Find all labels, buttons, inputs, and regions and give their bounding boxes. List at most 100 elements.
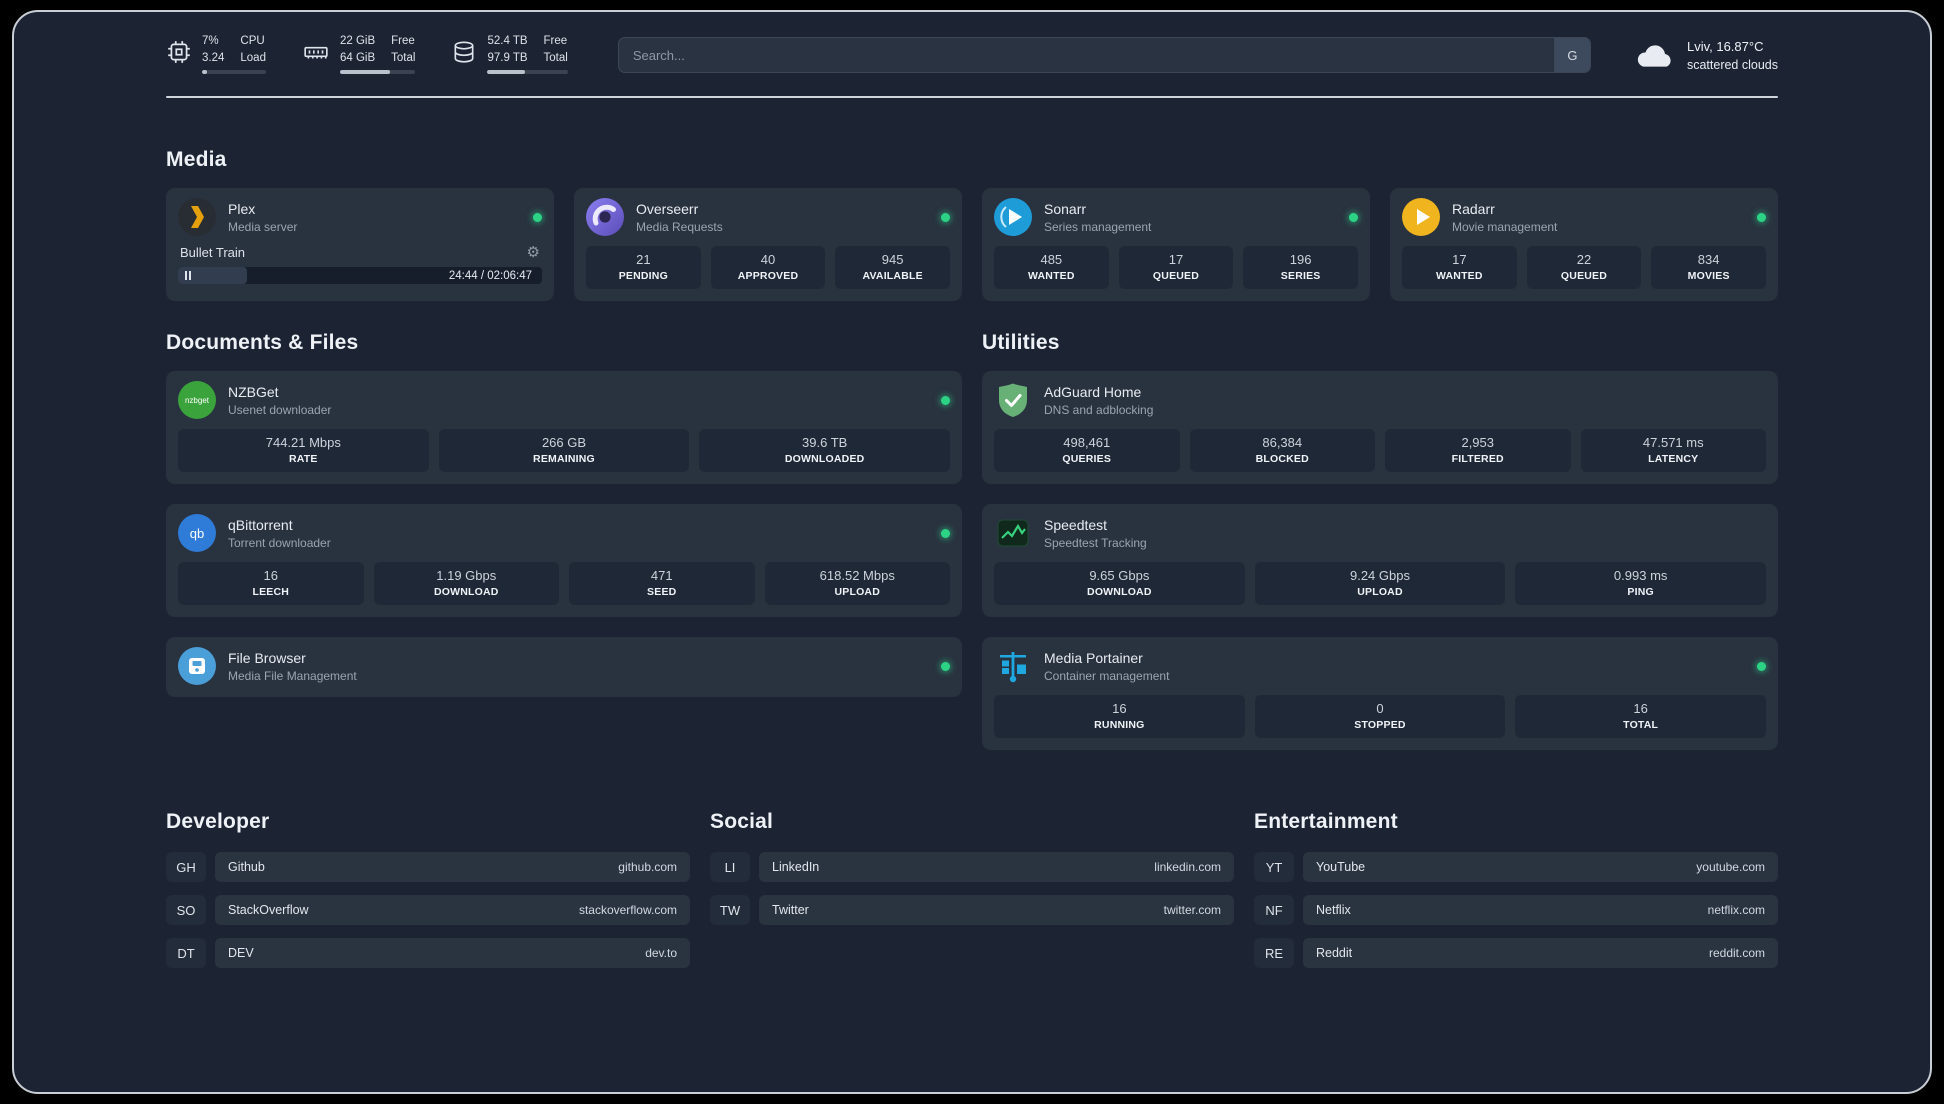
status-dot xyxy=(941,528,950,538)
portainer-icon xyxy=(1000,652,1026,683)
service-subtitle: DNS and adblocking xyxy=(1044,402,1154,417)
svg-text:nzbget: nzbget xyxy=(185,396,210,405)
pause-icon[interactable] xyxy=(185,271,191,280)
section-title-utilities: Utilities xyxy=(982,331,1060,354)
now-playing-title: Bullet Train xyxy=(180,245,246,260)
cpu-usage-value: 7% xyxy=(202,35,219,47)
service-subtitle: Usenet downloader xyxy=(228,402,332,417)
service-name: Radarr xyxy=(1452,200,1495,217)
status-dot xyxy=(941,212,950,222)
bookmark-link-reddit[interactable]: Reddit reddit.com xyxy=(1303,938,1778,968)
bookmark-link-twitter[interactable]: Twitter twitter.com xyxy=(759,895,1234,925)
stat-approved: 40 APPROVED xyxy=(710,246,826,289)
stat-filtered: 2,953 FILTERED xyxy=(1385,429,1571,472)
stat-total: 16 TOTAL xyxy=(1515,695,1766,738)
stat-rate: 744.21 Mbps RATE xyxy=(178,429,429,472)
bookmark-abbr: DT xyxy=(166,938,206,968)
service-card-plex[interactable]: Plex Media server Bullet Train ⚙ 24:44 /… xyxy=(166,188,554,301)
cloud-icon xyxy=(1637,45,1671,67)
speedtest-icon xyxy=(997,519,1029,547)
bookmark-name: Github xyxy=(228,860,265,874)
disk-total-label: Total xyxy=(543,51,568,64)
bookmark-domain: youtube.com xyxy=(1696,860,1765,874)
settings-icon[interactable]: ⚙ xyxy=(527,245,540,260)
service-card-sonarr[interactable]: Sonarr Series management 485 WANTED 17 Q… xyxy=(982,188,1370,301)
cpu-icon xyxy=(168,41,190,63)
bookmark-domain: linkedin.com xyxy=(1154,860,1221,874)
cpu-widget: 7% 3.24 CPU Load xyxy=(166,35,266,74)
bookmark-link-linkedin[interactable]: LinkedIn linkedin.com xyxy=(759,852,1234,882)
service-name: AdGuard Home xyxy=(1044,383,1142,400)
weather-condition: scattered clouds xyxy=(1686,57,1778,72)
stat-upload: 9.24 Gbps UPLOAD xyxy=(1254,562,1506,605)
stat-wanted: 485 WANTED xyxy=(994,246,1109,289)
service-subtitle: Series management xyxy=(1044,219,1152,234)
bookmark-name: Twitter xyxy=(772,903,809,917)
bookmark-group-developer: Developer GH Github github.com SO StackO… xyxy=(166,810,690,981)
memory-widget: 22 GiB 64 GiB Free Total xyxy=(302,35,416,74)
service-card-filebrowser[interactable]: File Browser Media File Management xyxy=(166,637,962,697)
bookmark-name: StackOverflow xyxy=(228,903,309,917)
plex-icon xyxy=(178,198,216,236)
service-card-overseerr[interactable]: Overseerr Media Requests 21 PENDING 40 A… xyxy=(574,188,962,301)
bookmark-name: YouTube xyxy=(1316,860,1366,874)
stat-remaining: 266 GB REMAINING xyxy=(438,429,690,472)
service-name: Plex xyxy=(228,200,256,217)
bookmark-row-youtube: YT YouTube youtube.com xyxy=(1254,852,1778,882)
qbittorrent-icon: qb xyxy=(178,514,216,552)
disk-progress-bar xyxy=(487,70,568,74)
service-subtitle: Movie management xyxy=(1452,219,1558,234)
service-subtitle: Media Requests xyxy=(636,219,723,234)
status-dot xyxy=(941,661,950,671)
bookmark-row-netflix: NF Netflix netflix.com xyxy=(1254,895,1778,925)
stat-stopped: 0 STOPPED xyxy=(1254,695,1506,738)
section-utilities: Utilities AdGuard Home DNS and adblockin… xyxy=(982,331,1778,750)
service-card-qbittorrent[interactable]: qb qBittorrent Torrent downloader 16 LEE… xyxy=(166,504,962,617)
service-subtitle: Media server xyxy=(228,219,298,234)
service-card-radarr[interactable]: Radarr Movie management 17 WANTED 22 QUE… xyxy=(1390,188,1778,301)
memory-free-value: 22 GiB xyxy=(339,35,376,47)
stat-seed: 471 SEED xyxy=(569,562,755,605)
bookmark-row-linkedin: LI LinkedIn linkedin.com xyxy=(710,852,1234,882)
stat-leech: 16 LEECH xyxy=(178,562,364,605)
playback-progress-bar: 24:44 / 02:06:47 xyxy=(178,267,542,284)
section-media: Media Plex Media server Bullet Train ⚙ 2… xyxy=(166,148,1778,301)
service-card-nzbget[interactable]: nzbget NZBGet Usenet downloader 744.21 M… xyxy=(166,371,962,484)
service-subtitle: Media File Management xyxy=(228,668,357,683)
disk-widget: 52.4 TB 97.9 TB Free Total xyxy=(451,35,568,74)
service-card-portainer[interactable]: Media Portainer Container management 16 … xyxy=(982,637,1778,750)
search-provider-button[interactable]: G xyxy=(1553,38,1590,72)
bookmark-link-github[interactable]: Github github.com xyxy=(215,852,690,882)
search-input[interactable] xyxy=(618,38,1554,72)
bookmark-name: LinkedIn xyxy=(772,860,820,874)
status-dot xyxy=(941,395,950,405)
stat-ping: 0.993 ms PING xyxy=(1515,562,1766,605)
bookmark-link-dev[interactable]: DEV dev.to xyxy=(215,938,690,968)
memory-icon xyxy=(304,46,328,59)
bookmark-abbr: TW xyxy=(710,895,750,925)
section-title-social: Social xyxy=(710,810,774,833)
bookmark-link-stackoverflow[interactable]: StackOverflow stackoverflow.com xyxy=(215,895,690,925)
service-card-adguard[interactable]: AdGuard Home DNS and adblocking 498,461 … xyxy=(982,371,1778,484)
dashboard-frame: 7% 3.24 CPU Load 22 GiB 64 GiB Free Tota… xyxy=(12,10,1932,1094)
section-documents: Documents & Files nzbget NZBGet Usenet d… xyxy=(166,331,962,697)
stat-upload: 618.52 Mbps UPLOAD xyxy=(764,562,950,605)
disk-icon xyxy=(454,41,474,63)
topbar: 7% 3.24 CPU Load 22 GiB 64 GiB Free Tota… xyxy=(166,35,1778,74)
status-dot xyxy=(1757,661,1766,671)
bookmark-link-netflix[interactable]: Netflix netflix.com xyxy=(1303,895,1778,925)
radarr-icon xyxy=(1402,198,1440,236)
service-subtitle: Speedtest Tracking xyxy=(1044,535,1147,550)
service-card-speedtest[interactable]: Speedtest Speedtest Tracking 9.65 Gbps D… xyxy=(982,504,1778,617)
status-dot xyxy=(1349,212,1358,222)
adguard-icon xyxy=(999,383,1027,417)
memory-total-label: Total xyxy=(391,51,416,64)
bookmark-domain: twitter.com xyxy=(1163,903,1221,917)
bookmark-abbr: LI xyxy=(710,852,750,882)
service-subtitle: Torrent downloader xyxy=(228,535,331,550)
memory-total-value: 64 GiB xyxy=(339,51,376,64)
topbar-divider xyxy=(166,96,1778,98)
bookmark-link-youtube[interactable]: YouTube youtube.com xyxy=(1303,852,1778,882)
memory-free-label: Free xyxy=(391,35,415,47)
section-title-documents: Documents & Files xyxy=(166,331,359,354)
